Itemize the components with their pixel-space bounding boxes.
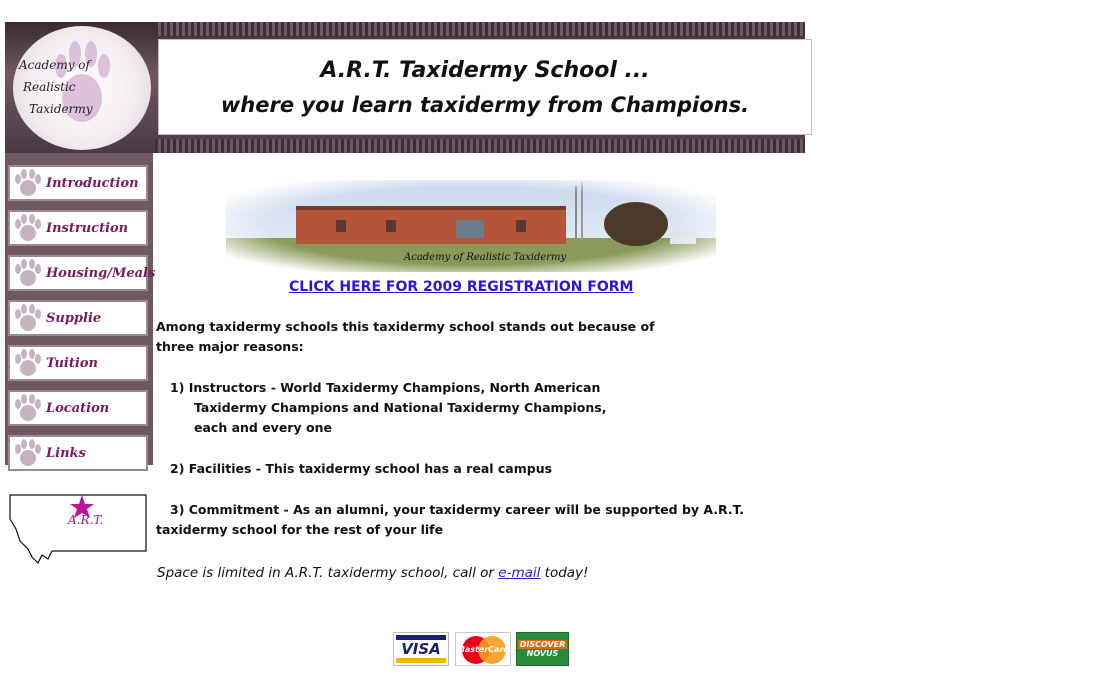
intro-text: Among taxidermy schools this taxidermy s… — [156, 319, 499, 334]
visa-card-icon: VISA — [393, 632, 449, 666]
sidebar-item-label: Housing/Meals — [46, 265, 156, 281]
map-label: A.R.T. — [68, 513, 104, 527]
sidebar-item-label: Supplie — [46, 310, 102, 326]
paw-icon — [15, 439, 41, 466]
sidebar-item-supplies[interactable]: Supplie — [8, 300, 148, 336]
logo-line: Academy of — [19, 58, 90, 72]
header-top-stripe — [155, 22, 805, 36]
header-bottom-stripe — [155, 139, 805, 153]
reason-1-line-2: Taxidermy Champions and National Taxider… — [194, 400, 607, 415]
discover-label: DISCOVER — [517, 640, 568, 649]
reason-1-line-1: 1) Instructors - World Taxidermy Champio… — [170, 380, 601, 395]
sidebar-item-tuition[interactable]: Tuition — [8, 345, 148, 381]
intro-line-2: three major reasons: — [156, 339, 304, 354]
reason-3-line-1: 3) Commitment - As an alumni, your taxid… — [170, 502, 745, 517]
sidebar-item-housing-meals[interactable]: Housing/Meals — [8, 255, 155, 291]
sidebar-item-instruction[interactable]: Instruction — [8, 210, 148, 246]
paw-icon — [15, 394, 41, 421]
notice-text: Space is limited in A.R.T. taxidermy sch… — [157, 565, 499, 581]
discover-card-icon: DISCOVER NOVUS — [516, 632, 569, 666]
site-header: Academy of Realistic Taxidermy A.R.T. Ta… — [5, 22, 812, 153]
sidebar-item-introduction[interactable]: Introduction — [8, 165, 148, 201]
space-limited-notice: Space is limited in A.R.T. taxidermy sch… — [157, 565, 588, 581]
logo-line: Taxidermy — [29, 102, 93, 116]
paw-icon — [15, 169, 41, 196]
page-subtitle: where you learn taxidermy from Champions… — [220, 93, 750, 117]
sidebar-item-location[interactable]: Location — [8, 390, 148, 426]
title-banner: A.R.T. Taxidermy School ... where you le… — [158, 39, 812, 135]
intro-line-1: Among taxidermy schools this taxidermy s… — [156, 319, 655, 334]
campus-photo: Academy of Realistic Taxidermy — [226, 180, 716, 272]
mastercard-icon: MasterCard — [455, 632, 511, 666]
registration-form-link[interactable]: CLICK HERE FOR 2009 REGISTRATION FORM — [289, 279, 634, 295]
notice-text-end: today! — [540, 565, 589, 581]
reason-1-line-3: each and every one — [194, 420, 332, 435]
reason-2: 2) Facilities - This taxidermy school ha… — [170, 461, 553, 476]
visa-label: VISA — [401, 640, 441, 658]
novus-label: NOVUS — [526, 649, 559, 658]
email-link[interactable]: e-mail — [498, 565, 540, 581]
page-title: A.R.T. Taxidermy School ... — [320, 58, 650, 83]
intro-text-end: because of — [573, 319, 655, 334]
logo-text: Academy of Realistic Taxidermy — [19, 54, 139, 120]
montana-outline-icon — [9, 494, 147, 565]
logo-line: Realistic — [23, 80, 76, 94]
sidebar-item-label: Tuition — [46, 355, 98, 371]
sidebar-item-label: Introduction — [46, 175, 139, 191]
paw-icon — [15, 259, 41, 286]
sidebar-item-label: Location — [46, 400, 110, 416]
location-map[interactable]: A.R.T. — [8, 493, 148, 565]
photo-caption: Academy of Realistic Taxidermy — [404, 252, 567, 263]
school-logo[interactable]: Academy of Realistic Taxidermy — [13, 26, 151, 150]
stands-out-link[interactable]: stands out — [499, 319, 574, 334]
paw-icon — [15, 214, 41, 241]
reason-3-line-2: taxidermy school for the rest of your li… — [156, 522, 444, 537]
mastercard-label: MasterCard — [456, 644, 510, 654]
page: Academy of Realistic Taxidermy A.R.T. Ta… — [0, 0, 1099, 688]
sidebar-item-links[interactable]: Links — [8, 435, 148, 471]
paw-icon — [15, 304, 41, 331]
sidebar-nav: Introduction Instruction Housing/Meals S… — [5, 153, 155, 471]
sidebar-item-label: Links — [46, 445, 86, 461]
paw-icon — [15, 349, 41, 376]
sidebar-item-label: Instruction — [46, 220, 129, 236]
